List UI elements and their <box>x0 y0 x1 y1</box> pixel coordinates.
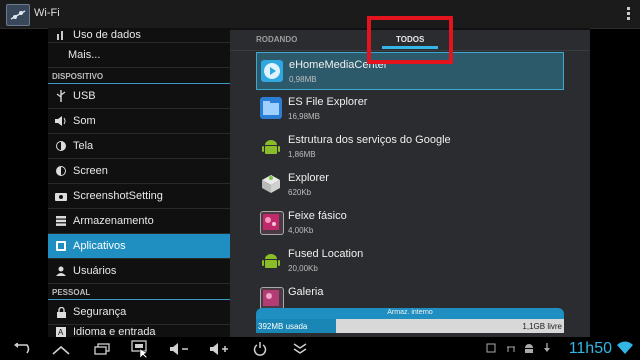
settings-item-usb[interactable]: USB <box>48 84 230 109</box>
settings-item-label: Idioma e entrada <box>73 326 156 337</box>
app-list-item[interactable]: Feixe fásico 4,00Kb <box>256 204 564 242</box>
back-icon[interactable] <box>12 341 32 357</box>
status-clock: 11h50 <box>568 340 612 357</box>
app-list-item[interactable]: ES File Explorer 16,98MB <box>256 90 564 128</box>
settings-item-apps[interactable]: Aplicativos <box>48 234 230 259</box>
power-icon[interactable] <box>250 341 270 357</box>
page-title: Wi-Fi <box>34 7 60 19</box>
app-size: 4,00Kb <box>288 226 314 235</box>
camera-icon <box>54 189 68 203</box>
section-header-device: DISPOSITIVO <box>48 68 230 84</box>
app-list-item[interactable]: Explorer 620Kb <box>256 166 564 204</box>
app-name: Estrutura dos serviços do Google <box>288 134 451 146</box>
speaker-icon <box>54 114 68 128</box>
explorer-icon <box>260 173 282 195</box>
storage-icon <box>54 214 68 228</box>
user-icon <box>54 264 68 278</box>
home-icon[interactable] <box>50 341 72 357</box>
settings-list: Uso de dados Mais... DISPOSITIVO USB Som… <box>48 28 230 337</box>
apps-pane: RODANDO TODOS eHomeMediaCenter 0,98MB ES… <box>230 16 590 337</box>
settings-item-screenshot[interactable]: ScreenshotSetting <box>48 184 230 209</box>
app-size: 0,98MB <box>289 75 317 84</box>
highlight-annotation-box <box>367 16 453 64</box>
storage-bar: 392MB usada 1,1GB livre <box>256 319 564 333</box>
settings-item-label: Uso de dados <box>73 29 141 41</box>
app-size: 620Kb <box>288 188 312 197</box>
usb-debug-icon <box>506 343 516 353</box>
action-bar: Wi-Fi <box>0 0 640 29</box>
app-size: 1,86MB <box>288 150 316 159</box>
app-name: Fused Location <box>288 248 364 260</box>
settings-item-more[interactable]: Mais... <box>48 43 230 68</box>
app-list-item[interactable]: Fused Location 20,00Kb <box>256 242 564 280</box>
screen-icon <box>54 164 68 178</box>
usb-icon <box>54 89 68 103</box>
overflow-menu-icon[interactable] <box>626 6 632 22</box>
settings-item-label: Segurança <box>73 306 127 318</box>
volume-down-icon[interactable] <box>168 341 192 357</box>
settings-item-label: Usuários <box>73 265 117 277</box>
hide-bar-icon[interactable] <box>290 341 310 357</box>
folder-icon <box>260 97 282 119</box>
app-list: eHomeMediaCenter 0,98MB ES File Explorer… <box>256 52 564 318</box>
wifi-icon[interactable] <box>617 341 633 360</box>
settings-item-label: USB <box>73 90 96 102</box>
media-center-icon <box>261 60 283 82</box>
settings-item-label: Aplicativos <box>73 240 126 252</box>
app-size: 16,98MB <box>288 112 321 121</box>
download-icon <box>542 343 552 353</box>
android-debug-icon <box>524 343 534 353</box>
svg-text:A: A <box>58 328 64 337</box>
volume-up-icon[interactable] <box>208 341 232 357</box>
apps-icon <box>54 239 68 253</box>
settings-item-label: ScreenshotSetting <box>73 190 163 202</box>
settings-item-security[interactable]: Segurança <box>48 300 230 325</box>
settings-item-display[interactable]: Tela <box>48 134 230 159</box>
app-list-item[interactable]: Estrutura dos serviços do Google 1,86MB <box>256 128 564 166</box>
settings-item-screen[interactable]: Screen <box>48 159 230 184</box>
settings-item-storage[interactable]: Armazenamento <box>48 209 230 234</box>
storage-free-label: 1,1GB livre <box>522 322 562 331</box>
navigation-bar: 11h50 <box>0 337 640 360</box>
screenshot-icon[interactable] <box>130 340 152 358</box>
lock-icon <box>54 305 68 319</box>
settings-item-label: Som <box>73 115 96 127</box>
settings-item-data-usage[interactable]: Uso de dados <box>48 28 230 43</box>
settings-item-users[interactable]: Usuários <box>48 259 230 284</box>
storage-title-label: Armaz. interno <box>387 309 433 316</box>
storage-used-label: 392MB usada <box>258 322 308 331</box>
particles-icon <box>260 211 284 235</box>
app-name: ES File Explorer <box>288 96 368 108</box>
settings-item-sound[interactable]: Som <box>48 109 230 134</box>
settings-item-label: Screen <box>73 165 108 177</box>
settings-item-label: Armazenamento <box>73 215 154 227</box>
tab-running[interactable]: RODANDO <box>256 35 297 44</box>
recent-apps-icon[interactable] <box>92 341 112 357</box>
section-header-personal: PESSOAL <box>48 284 230 300</box>
settings-sliders-icon[interactable] <box>6 4 30 26</box>
app-name: Explorer <box>288 172 329 184</box>
app-name: Feixe fásico <box>288 210 347 222</box>
android-icon <box>260 249 282 271</box>
settings-item-label: Mais... <box>68 49 101 61</box>
settings-item-language[interactable]: A Idioma e entrada <box>48 325 230 337</box>
settings-item-label: Tela <box>73 140 94 152</box>
storage-title: Armaz. interno <box>256 308 564 319</box>
app-name: Galeria <box>288 286 324 298</box>
brightness-icon <box>54 139 68 153</box>
app-size: 20,00Kb <box>288 264 318 273</box>
notification-icon[interactable] <box>486 343 496 353</box>
data-usage-icon <box>54 28 68 42</box>
language-icon: A <box>54 325 68 337</box>
android-icon <box>260 135 282 157</box>
apps-panel: RODANDO TODOS eHomeMediaCenter 0,98MB ES… <box>230 30 590 337</box>
